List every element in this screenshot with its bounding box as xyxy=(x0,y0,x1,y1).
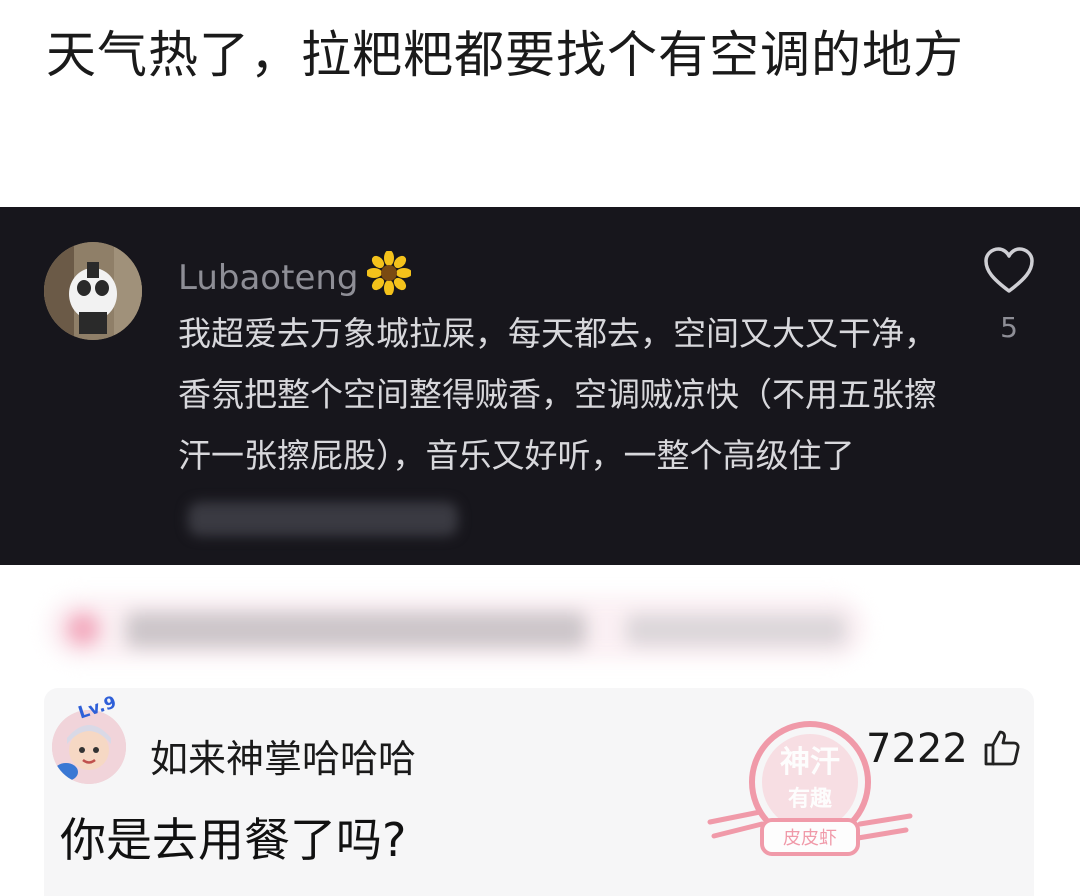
like-count: 7222 xyxy=(866,726,968,772)
like-count: 5 xyxy=(1000,311,1018,344)
comment-text: 你是去用餐了吗? xyxy=(60,813,407,867)
avatar-image xyxy=(44,242,142,340)
sunflower-icon xyxy=(365,250,412,304)
like-heart-icon[interactable] xyxy=(983,247,1035,295)
quoted-comment-card: Lubaoteng 我超爱去万象城拉屎，每天都去，空间又大又干净，香氛把整个空间… xyxy=(0,207,1080,565)
username[interactable]: Lubaoteng xyxy=(178,258,359,298)
username[interactable]: 如来神掌哈哈哈 xyxy=(150,728,416,783)
post-title: 天气热了，拉粑粑都要找个有空调的地方 xyxy=(46,26,964,84)
hot-comment-card: Lv.9 如来神掌哈哈哈 你是去用餐了吗? 7222 xyxy=(44,688,1034,896)
avatar[interactable] xyxy=(44,242,142,340)
blurred-timestamp xyxy=(188,501,458,536)
blurred-hot-comments-banner[interactable] xyxy=(46,590,866,668)
comment-text: 我超爱去万象城拉屎，每天都去，空间又大又干净，香氛把整个空间整得贼香，空调贼凉快… xyxy=(178,314,937,475)
thumbs-up-icon[interactable] xyxy=(982,728,1022,768)
